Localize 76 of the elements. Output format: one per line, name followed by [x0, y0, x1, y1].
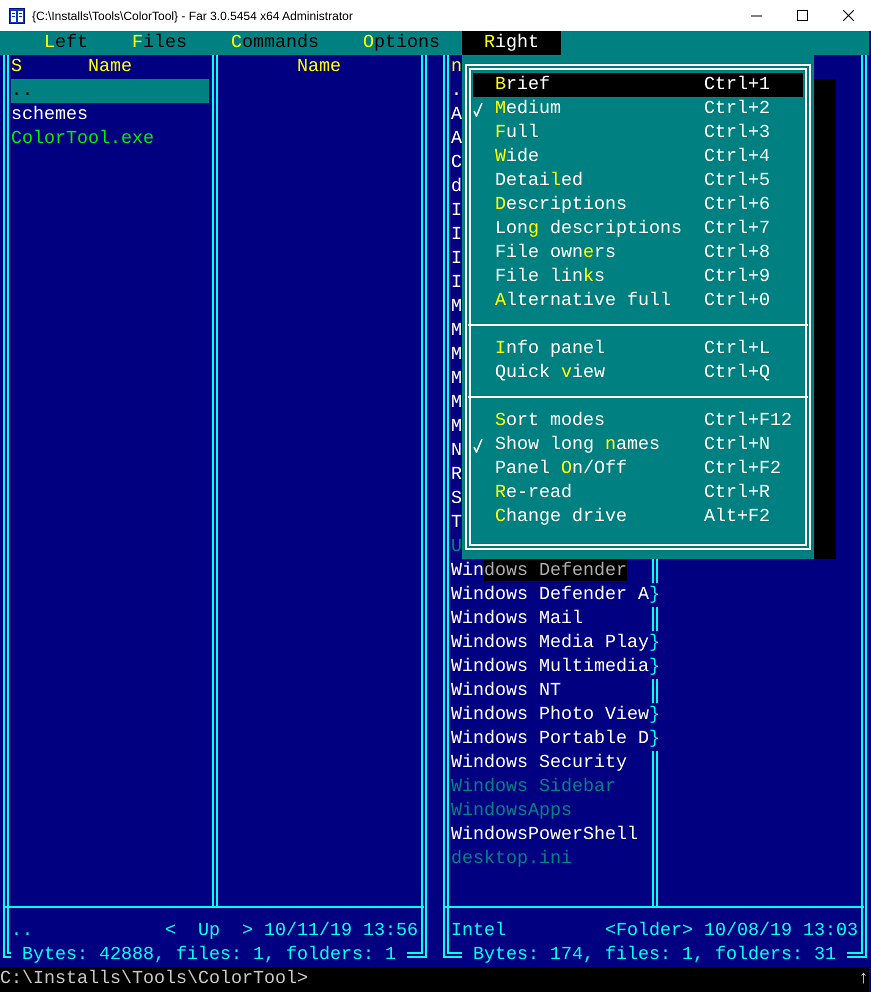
file-item[interactable]: S: [451, 487, 462, 511]
menu-item[interactable]: Left: [22, 31, 110, 55]
menu-option[interactable]: Change drive Alt+F2: [473, 505, 803, 529]
file-item[interactable]: M: [451, 295, 462, 319]
menu-option[interactable]: Panel On/Off Ctrl+F2: [473, 457, 803, 481]
file-item[interactable]: Windows Media Play: [451, 631, 649, 655]
menu-option[interactable]: Detailed Ctrl+5: [473, 169, 803, 193]
menu-option[interactable]: Medium Ctrl+2: [473, 97, 803, 121]
menu-item[interactable]: Options: [341, 31, 462, 55]
command-prompt[interactable]: C:\Installs\Tools\ColorTool>: [0, 967, 858, 991]
sort-indicator[interactable]: S: [11, 55, 22, 79]
menu-option[interactable]: Re-read Ctrl+R: [473, 481, 803, 505]
overflow-mark: }: [649, 583, 660, 607]
menu-option[interactable]: Full Ctrl+3: [473, 121, 803, 145]
menu-option[interactable]: Alternative full Ctrl+0: [473, 289, 803, 313]
file-item[interactable]: C: [451, 151, 462, 175]
overflow-mark: }: [649, 727, 660, 751]
overflow-mark: }: [649, 655, 660, 679]
file-item[interactable]: T: [451, 511, 462, 535]
file-item[interactable]: M: [451, 367, 462, 391]
menu-option[interactable]: File links Ctrl+9: [473, 265, 803, 289]
file-item[interactable]: A: [451, 127, 462, 151]
menu-option[interactable]: Show long names Ctrl+N: [473, 433, 803, 457]
file-item[interactable]: Windows Photo View: [451, 703, 649, 727]
file-item[interactable]: Windows Security: [451, 751, 627, 775]
file-item[interactable]: I: [451, 247, 462, 271]
menu-option[interactable]: Wide Ctrl+4: [473, 145, 803, 169]
file-date: 10/08/19 13:03: [704, 919, 858, 943]
menu-option[interactable]: Sort modes Ctrl+F12: [473, 409, 803, 433]
menu-option[interactable]: Descriptions Ctrl+6: [473, 193, 803, 217]
file-item[interactable]: Windows NT: [451, 679, 561, 703]
file-item[interactable]: WindowsPowerShell: [451, 823, 638, 847]
file-item[interactable]: I: [451, 271, 462, 295]
file-item[interactable]: ..: [11, 79, 209, 103]
minimize-icon[interactable]: [750, 14, 762, 16]
file-item[interactable]: ColorTool.exe: [11, 127, 154, 151]
maximize-icon[interactable]: [796, 10, 808, 21]
menu-item[interactable]: Files: [110, 31, 209, 55]
file-item[interactable]: R: [451, 463, 462, 487]
scroll-indicator: ↑: [858, 967, 869, 991]
file-item[interactable]: Windows Mail: [451, 607, 583, 631]
file-item[interactable]: d: [451, 175, 462, 199]
file-item[interactable]: Windows Defender: [451, 559, 627, 583]
file-item[interactable]: schemes: [11, 103, 88, 127]
menu-option[interactable]: File owners Ctrl+8: [473, 241, 803, 265]
file-item[interactable]: I: [451, 199, 462, 223]
close-icon[interactable]: [842, 10, 854, 21]
menu-option[interactable]: Info panel Ctrl+L: [473, 337, 803, 361]
file-item[interactable]: M: [451, 415, 462, 439]
file-item[interactable]: M: [451, 391, 462, 415]
file-name: ..: [11, 919, 33, 943]
file-type: < Up >: [165, 919, 253, 943]
app-icon: [9, 8, 25, 24]
file-name: Intel: [451, 919, 506, 943]
menu-option[interactable]: Long descriptions Ctrl+7: [473, 217, 803, 241]
window-title: {C:\Installs\Tools\ColorTool} - Far 3.0.5454 x64 Administrator: [32, 8, 354, 22]
column-header: Name: [88, 55, 132, 79]
file-item[interactable]: Windows Multimedia: [451, 655, 649, 679]
overflow-mark: }: [649, 703, 660, 727]
file-item[interactable]: I: [451, 223, 462, 247]
file-item[interactable]: Windows Portable D: [451, 727, 649, 751]
file-date: 10/11/19 13:56: [264, 919, 418, 943]
column-header: Name: [297, 55, 341, 79]
menu-item[interactable]: Right: [462, 31, 561, 55]
overflow-mark: }: [649, 631, 660, 655]
file-item[interactable]: A: [451, 103, 462, 127]
file-item[interactable]: M: [451, 343, 462, 367]
menu-item[interactable]: Commands: [209, 31, 341, 55]
file-item[interactable]: N: [451, 439, 462, 463]
sort-indicator[interactable]: n: [451, 55, 462, 79]
file-item[interactable]: Windows Defender A: [451, 583, 649, 607]
file-item[interactable]: .: [451, 79, 462, 103]
menu-option[interactable]: Quick view Ctrl+Q: [473, 361, 803, 385]
menu-option[interactable]: Brief Ctrl+1: [473, 73, 803, 97]
file-type: <Folder>: [605, 919, 693, 943]
file-item[interactable]: M: [451, 319, 462, 343]
